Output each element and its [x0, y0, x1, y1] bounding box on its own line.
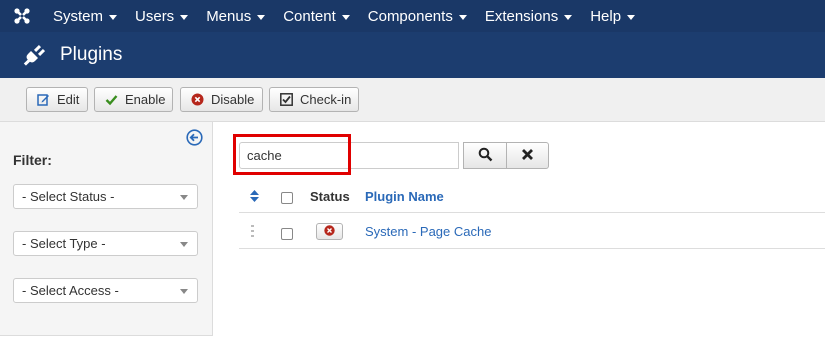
- dropdown-arrow-icon: [180, 289, 188, 294]
- plugin-name-link[interactable]: System - Page Cache: [365, 224, 491, 239]
- page-header: Plugins: [0, 32, 825, 78]
- caret-down-icon: [458, 14, 467, 20]
- nav-users-label: Users: [135, 7, 175, 25]
- checkin-button[interactable]: Check-in: [269, 87, 359, 112]
- select-all-checkbox[interactable]: [281, 192, 293, 204]
- sort-icon[interactable]: [250, 190, 259, 205]
- access-select-value: - Select Access -: [22, 283, 119, 298]
- checkin-button-label: Check-in: [300, 92, 352, 107]
- toolbar: Edit Enable Disable Check-in: [0, 78, 825, 122]
- nav-system[interactable]: System: [44, 0, 126, 32]
- enable-button-label: Enable: [125, 92, 166, 107]
- drag-handle-icon[interactable]: [251, 225, 255, 240]
- joomla-logo-icon[interactable]: [0, 0, 44, 32]
- nav-components-label: Components: [367, 7, 453, 25]
- status-toggle-button[interactable]: [316, 223, 343, 240]
- edit-icon: [37, 93, 50, 107]
- nav-help[interactable]: Help: [581, 0, 644, 32]
- nav-extensions-label: Extensions: [484, 7, 559, 25]
- page-title: Plugins: [60, 44, 123, 65]
- nav-system-label: System: [53, 7, 104, 25]
- unpublished-icon: [324, 224, 335, 239]
- caret-down-icon: [109, 14, 118, 20]
- clear-search-button[interactable]: [506, 142, 549, 169]
- nav-users[interactable]: Users: [126, 0, 197, 32]
- nav-content-label: Content: [283, 7, 336, 25]
- nav-extensions[interactable]: Extensions: [476, 0, 581, 32]
- filter-label: Filter:: [13, 152, 52, 168]
- dropdown-arrow-icon: [180, 242, 188, 247]
- caret-down-icon: [564, 14, 573, 20]
- nav-menus[interactable]: Menus: [197, 0, 274, 32]
- name-column-header[interactable]: Plugin Name: [365, 189, 444, 204]
- edit-button[interactable]: Edit: [26, 87, 88, 112]
- nav-help-label: Help: [590, 7, 622, 25]
- table-row: System - Page Cache: [239, 214, 825, 249]
- nav-content[interactable]: Content: [274, 0, 359, 32]
- plug-icon: [22, 43, 46, 67]
- edit-button-label: Edit: [57, 92, 80, 107]
- check-icon: [105, 93, 118, 107]
- disable-icon: [191, 93, 204, 107]
- top-navbar: System Users Menus Content Components Ex…: [0, 0, 825, 32]
- disable-button-label: Disable: [211, 92, 255, 107]
- nav-menus-label: Menus: [206, 7, 252, 25]
- close-icon: [521, 148, 534, 164]
- status-column-header[interactable]: Status: [310, 189, 350, 204]
- collapse-sidebar-icon[interactable]: [186, 129, 204, 147]
- filter-sidebar: Filter: - Select Status - - Select Type …: [0, 122, 213, 336]
- disable-button[interactable]: Disable: [180, 87, 263, 112]
- table-header: Status Plugin Name: [239, 181, 825, 213]
- type-select[interactable]: - Select Type -: [13, 231, 198, 256]
- access-select[interactable]: - Select Access -: [13, 278, 198, 303]
- type-select-value: - Select Type -: [22, 236, 106, 251]
- row-checkbox[interactable]: [281, 228, 293, 240]
- highlight-box: [233, 134, 351, 175]
- dropdown-arrow-icon: [180, 195, 188, 200]
- caret-down-icon: [180, 14, 189, 20]
- checkbox-checked-icon: [280, 93, 293, 107]
- search-icon: [478, 147, 493, 165]
- enable-button[interactable]: Enable: [94, 87, 173, 112]
- caret-down-icon: [627, 14, 636, 20]
- caret-down-icon: [257, 14, 266, 20]
- caret-down-icon: [341, 14, 350, 20]
- nav-components[interactable]: Components: [359, 0, 476, 32]
- status-select-value: - Select Status -: [22, 189, 115, 204]
- status-select[interactable]: - Select Status -: [13, 184, 198, 209]
- search-button[interactable]: [463, 142, 507, 169]
